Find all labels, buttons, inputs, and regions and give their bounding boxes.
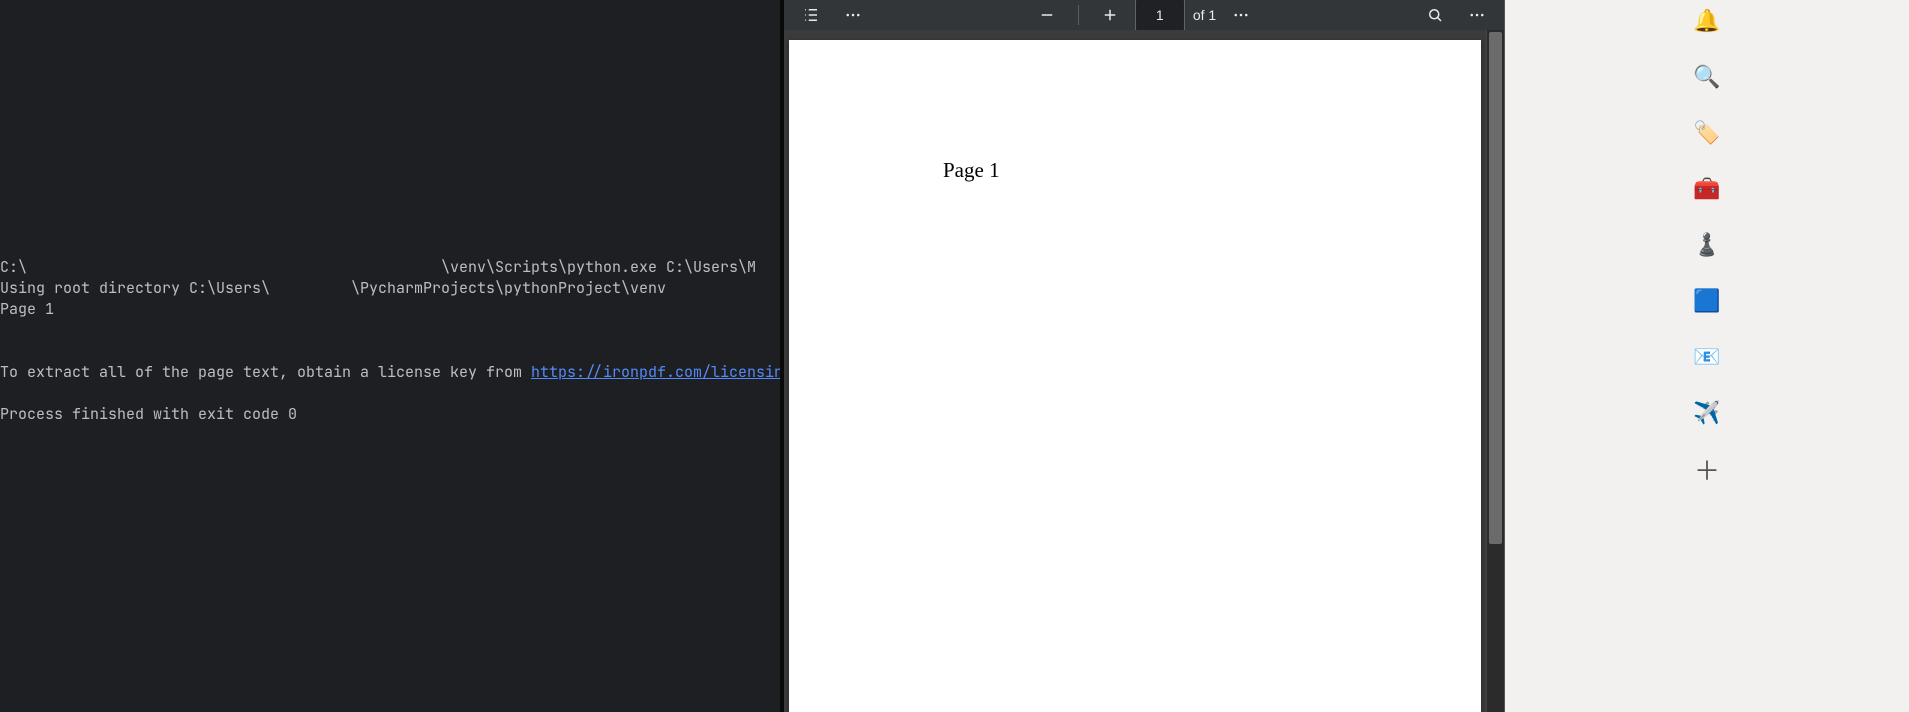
zoom-out-button[interactable]	[1030, 1, 1064, 29]
terminal-output[interactable]: C:\ \venv\Scripts\python.exe C:\Users\M …	[0, 236, 770, 446]
zoom-in-button[interactable]	[1093, 1, 1127, 29]
page-total-label: of 1	[1193, 7, 1216, 23]
tags-icon[interactable]: 🏷️	[1690, 116, 1724, 150]
terminal-line-2a: Using root directory C:\Users\	[0, 278, 270, 298]
search-icon[interactable]	[1418, 1, 1452, 29]
add-app-icon[interactable]: ＋	[1690, 452, 1724, 486]
terminal-line-2b: \PycharmProjects\pythonProject\venv	[351, 278, 666, 298]
more-center-icon[interactable]	[1224, 1, 1258, 29]
pdf-toolbar: of 1	[784, 0, 1504, 30]
chess-icon[interactable]: ♟️	[1690, 228, 1724, 262]
pdf-surface[interactable]: Page 1	[784, 30, 1486, 712]
office-icon[interactable]: 🟦	[1690, 284, 1724, 318]
pdf-viewer-pane: of 1 Page 1	[780, 0, 1505, 712]
toolbar-separator	[1078, 5, 1079, 25]
terminal-line-3: Page 1	[0, 299, 54, 319]
pdf-vertical-scrollbar[interactable]	[1487, 30, 1504, 712]
send-icon[interactable]: ✈️	[1690, 396, 1724, 430]
scrollbar-thumb[interactable]	[1489, 32, 1502, 544]
terminal-line-1b: \venv\Scripts\python.exe C:\Users\M	[441, 257, 756, 277]
more-left-icon[interactable]	[836, 1, 870, 29]
thumbnails-icon[interactable]	[794, 1, 828, 29]
terminal-line-6-pre: To extract all of the page text, obtain …	[0, 362, 531, 382]
page-number-input[interactable]	[1135, 0, 1185, 31]
pdf-page: Page 1	[789, 40, 1481, 712]
toolbox-icon[interactable]: 🧰	[1690, 172, 1724, 206]
terminal-line-1a: C:\	[0, 257, 27, 277]
more-right-icon[interactable]	[1460, 1, 1494, 29]
license-link[interactable]: https://ironpdf.com/licensing/	[531, 362, 801, 382]
terminal-line-8: Process finished with exit code 0	[0, 404, 297, 424]
ide-run-output-pane: C:\ \venv\Scripts\python.exe C:\Users\M …	[0, 0, 780, 712]
notifications-icon[interactable]: 🔔	[1690, 4, 1724, 38]
windows-sidebar: 🔔 🔍 🏷️ 🧰 ♟️ 🟦 📧 ✈️ ＋	[1505, 0, 1909, 712]
outlook-icon[interactable]: 📧	[1690, 340, 1724, 374]
search-sidebar-icon[interactable]: 🔍	[1690, 60, 1724, 94]
pdf-page-text: Page 1	[943, 158, 1000, 183]
